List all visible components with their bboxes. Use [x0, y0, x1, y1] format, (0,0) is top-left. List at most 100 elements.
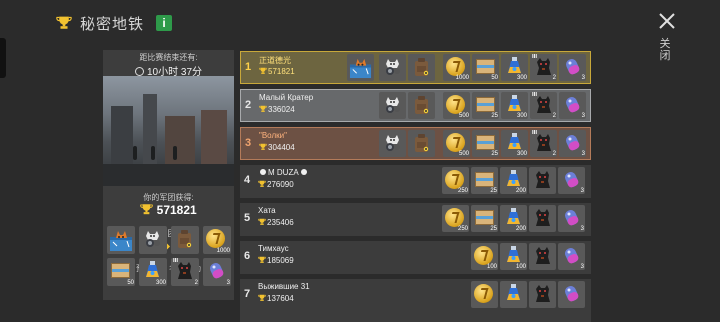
- capsule-icon: [208, 261, 225, 280]
- reward-slot[interactable]: [529, 205, 556, 232]
- leaderboard-row[interactable]: 7 Выжившие 31 137604: [240, 279, 591, 322]
- legion-name: M DUZA: [258, 168, 309, 177]
- robot-icon: [382, 133, 403, 153]
- leaderboard-row[interactable]: 1 正道德光 571821 1000 50 300 III 2 3: [240, 51, 591, 84]
- trophy-icon: [258, 180, 266, 188]
- capsule-icon: [563, 170, 580, 189]
- reward-slot[interactable]: III 2: [530, 92, 557, 119]
- robot-icon: [382, 95, 403, 115]
- legion-score: 571821: [259, 67, 295, 76]
- dog-icon: [533, 246, 552, 265]
- reward-slot[interactable]: [379, 54, 406, 81]
- trophy-icon: [140, 203, 153, 216]
- flask-icon: [506, 208, 521, 226]
- reward-slot[interactable]: [558, 281, 585, 308]
- cat-crate-icon: [109, 228, 133, 252]
- legion-score: 185069: [258, 256, 294, 265]
- reward-slot[interactable]: III 2: [171, 258, 199, 286]
- leaderboard-row[interactable]: 5 Хата 235406 250 25 200 3: [240, 203, 591, 236]
- coin-icon: [445, 170, 464, 189]
- row-rank: 5: [244, 212, 251, 224]
- legion-score: 137604: [258, 294, 294, 303]
- reward-slot[interactable]: 3: [558, 205, 585, 232]
- supply-box-icon: [475, 210, 494, 225]
- reward-slot[interactable]: [529, 167, 556, 194]
- leaderboard-row[interactable]: 3 "Волки" 304404 500 25 300 III 2 3: [240, 127, 591, 160]
- reward-slot[interactable]: III 2: [530, 130, 557, 157]
- dot-icon: [300, 169, 307, 175]
- leaderboard-row[interactable]: 4 M DUZA 276090 250 25 200 3: [240, 165, 591, 198]
- legion-score: 304404: [259, 143, 295, 152]
- reward-slot[interactable]: [379, 92, 406, 119]
- reward-slot[interactable]: 50: [107, 258, 135, 286]
- reward-slot[interactable]: [171, 226, 199, 254]
- reward-slot[interactable]: 300: [501, 54, 528, 81]
- reward-slot[interactable]: 3: [558, 167, 585, 194]
- leaderboard-row[interactable]: 2 Малый Кратер 336024 500 25 300 III 2 3: [240, 89, 591, 122]
- reward-slot[interactable]: 250: [442, 167, 469, 194]
- legion-name: Малый Кратер: [259, 93, 314, 102]
- leaderboard-row[interactable]: 6 Тимхаус 185069 100 100 3: [240, 241, 591, 274]
- reward-slot[interactable]: 3: [558, 243, 585, 270]
- cat-crate-icon: [349, 56, 372, 79]
- coin-icon: [446, 133, 465, 152]
- reward-slot[interactable]: 25: [472, 130, 499, 157]
- reward-slot[interactable]: 25: [471, 205, 498, 232]
- supply-box-icon: [476, 135, 495, 150]
- reward-slot[interactable]: 3: [559, 54, 586, 81]
- reward-slot[interactable]: 1000: [443, 54, 470, 81]
- supply-box-icon: [475, 172, 494, 187]
- reward-slot[interactable]: [408, 130, 435, 157]
- coin-icon: [206, 229, 225, 248]
- capsule-icon: [564, 133, 581, 152]
- reward-slot[interactable]: [529, 281, 556, 308]
- reward-slot[interactable]: 25: [472, 92, 499, 119]
- reward-slot[interactable]: [471, 281, 498, 308]
- reward-slot[interactable]: 300: [501, 92, 528, 119]
- robot-icon: [382, 57, 403, 77]
- coin-icon: [474, 284, 493, 303]
- reward-slot[interactable]: [408, 54, 435, 81]
- reward-slot[interactable]: 50: [472, 54, 499, 81]
- reward-slot[interactable]: [408, 92, 435, 119]
- trophy-icon: [259, 67, 267, 75]
- supply-box-icon: [476, 59, 495, 74]
- reward-slot[interactable]: 200: [500, 205, 527, 232]
- reward-slot[interactable]: III 2: [530, 54, 557, 81]
- dot-icon: [260, 169, 266, 175]
- reward-slot[interactable]: 500: [443, 130, 470, 157]
- reward-slot[interactable]: 300: [139, 258, 167, 286]
- flask-icon: [507, 133, 522, 151]
- info-button[interactable]: i: [156, 15, 173, 31]
- timer-label: 距比赛结束还有:: [139, 53, 198, 62]
- close-label[interactable]: 关闭: [658, 38, 672, 62]
- reward-slot[interactable]: [379, 130, 406, 157]
- reward-slot[interactable]: 100: [471, 243, 498, 270]
- reward-slot[interactable]: 25: [471, 167, 498, 194]
- reward-slot[interactable]: 3: [559, 130, 586, 157]
- reward-slot[interactable]: [107, 226, 135, 254]
- row-rank: 2: [245, 99, 252, 111]
- backpack-icon: [413, 95, 430, 115]
- trophy-icon: [258, 256, 266, 264]
- reward-slot[interactable]: 200: [500, 167, 527, 194]
- legion-score: 235406: [258, 218, 294, 227]
- reward-slot[interactable]: 250: [442, 205, 469, 232]
- row-rank: 4: [244, 174, 251, 186]
- reward-slot[interactable]: 1000: [203, 226, 231, 254]
- flask-icon: [506, 170, 521, 188]
- reward-slot[interactable]: [347, 54, 374, 81]
- reward-slot[interactable]: 3: [559, 92, 586, 119]
- capsule-icon: [564, 57, 581, 76]
- reward-slot[interactable]: 300: [501, 130, 528, 157]
- reward-slot[interactable]: [139, 226, 167, 254]
- reward-slot[interactable]: 500: [443, 92, 470, 119]
- capsule-icon: [563, 246, 580, 265]
- row-rank: 3: [245, 137, 252, 149]
- close-icon[interactable]: [656, 10, 678, 32]
- reward-slot[interactable]: [529, 243, 556, 270]
- reward-slot[interactable]: 100: [500, 243, 527, 270]
- reward-slot[interactable]: [500, 281, 527, 308]
- reward-slot[interactable]: 3: [203, 258, 231, 286]
- trophy-icon: [258, 294, 266, 302]
